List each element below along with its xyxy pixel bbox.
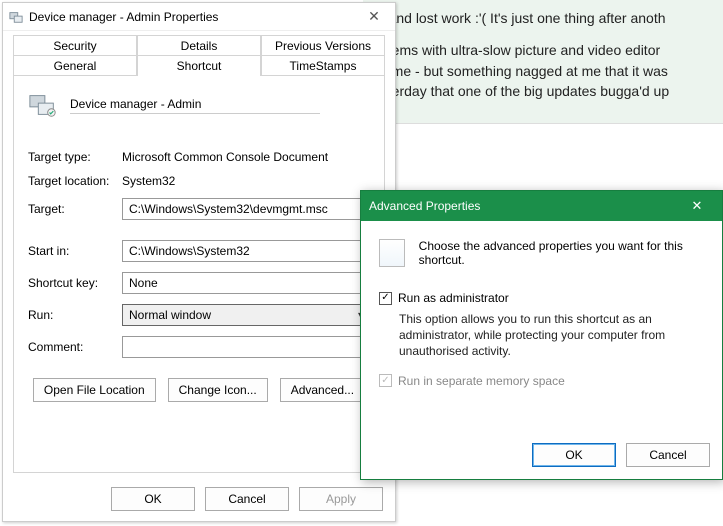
advanced-close-icon[interactable]: ✕: [680, 198, 714, 214]
label-run: Run:: [28, 308, 122, 322]
bg-line-3: d time - but something nagged at me that…: [373, 63, 668, 79]
value-target-location: System32: [122, 174, 370, 188]
shortcut-header-caption: Device manager - Admin: [70, 97, 320, 114]
advanced-button-bar: OK Cancel: [361, 435, 722, 479]
start-in-input[interactable]: [122, 240, 370, 262]
separate-memory-checkbox: ✓: [379, 374, 392, 387]
advanced-lead-text: Choose the advanced properties you want …: [419, 239, 704, 267]
advanced-document-icon: [379, 239, 405, 267]
run-as-admin-description: This option allows you to run this short…: [399, 311, 704, 360]
label-target-location: Target location:: [28, 174, 122, 188]
label-start-in: Start in:: [28, 244, 122, 258]
dialog-button-bar: OK Cancel Apply: [3, 481, 395, 521]
open-file-location-button[interactable]: Open File Location: [33, 378, 156, 402]
comment-input[interactable]: [122, 336, 370, 358]
bg-line-2: oblems with ultra-slow picture and video…: [373, 42, 660, 58]
advanced-body: Choose the advanced properties you want …: [361, 221, 722, 435]
titlebar[interactable]: Device manager - Admin Properties ✕: [3, 3, 395, 31]
background-forum-text: ot and lost work :'( It's just one thing…: [363, 0, 723, 124]
tabs: Security Details Previous Versions Gener…: [3, 31, 395, 75]
target-input[interactable]: [122, 198, 370, 220]
label-shortcut-key: Shortcut key:: [28, 276, 122, 290]
label-target-type: Target type:: [28, 150, 122, 164]
label-comment: Comment:: [28, 340, 122, 354]
shortcut-key-input[interactable]: [122, 272, 370, 294]
bg-line-1: ot and lost work :'( It's just one thing…: [373, 8, 723, 28]
value-target-type: Microsoft Common Console Document: [122, 150, 370, 164]
close-icon[interactable]: ✕: [359, 8, 389, 25]
run-select[interactable]: Normal window ▾: [122, 304, 370, 326]
tab-content-shortcut: Device manager - Admin Target type: Micr…: [13, 75, 385, 473]
ok-button[interactable]: OK: [111, 487, 195, 511]
run-as-admin-label[interactable]: Run as administrator: [398, 291, 509, 305]
advanced-ok-button[interactable]: OK: [532, 443, 616, 467]
run-as-admin-checkbox[interactable]: ✓: [379, 292, 392, 305]
window-title: Device manager - Admin Properties: [29, 10, 359, 24]
tab-general[interactable]: General: [13, 55, 137, 76]
advanced-titlebar[interactable]: Advanced Properties ✕: [361, 191, 722, 221]
tab-timestamps[interactable]: TimeStamps: [261, 55, 385, 76]
cancel-button[interactable]: Cancel: [205, 487, 289, 511]
advanced-button[interactable]: Advanced...: [280, 378, 365, 402]
properties-window: Device manager - Admin Properties ✕ Secu…: [2, 2, 396, 522]
run-select-value: Normal window: [129, 308, 211, 322]
advanced-title: Advanced Properties: [369, 199, 680, 213]
tab-security[interactable]: Security: [13, 35, 137, 56]
window-icon: [9, 10, 23, 24]
advanced-properties-window: Advanced Properties ✕ Choose the advance…: [360, 190, 723, 480]
tab-shortcut[interactable]: Shortcut: [137, 55, 261, 76]
separate-memory-label: Run in separate memory space: [398, 374, 565, 388]
apply-button[interactable]: Apply: [299, 487, 383, 511]
advanced-cancel-button[interactable]: Cancel: [626, 443, 710, 467]
shortcut-large-icon: [28, 90, 58, 120]
label-target: Target:: [28, 202, 122, 216]
bg-line-4: esterday that one of the big updates bug…: [373, 83, 669, 99]
tab-details[interactable]: Details: [137, 35, 261, 56]
tab-previous-versions[interactable]: Previous Versions: [261, 35, 385, 56]
change-icon-button[interactable]: Change Icon...: [168, 378, 268, 402]
